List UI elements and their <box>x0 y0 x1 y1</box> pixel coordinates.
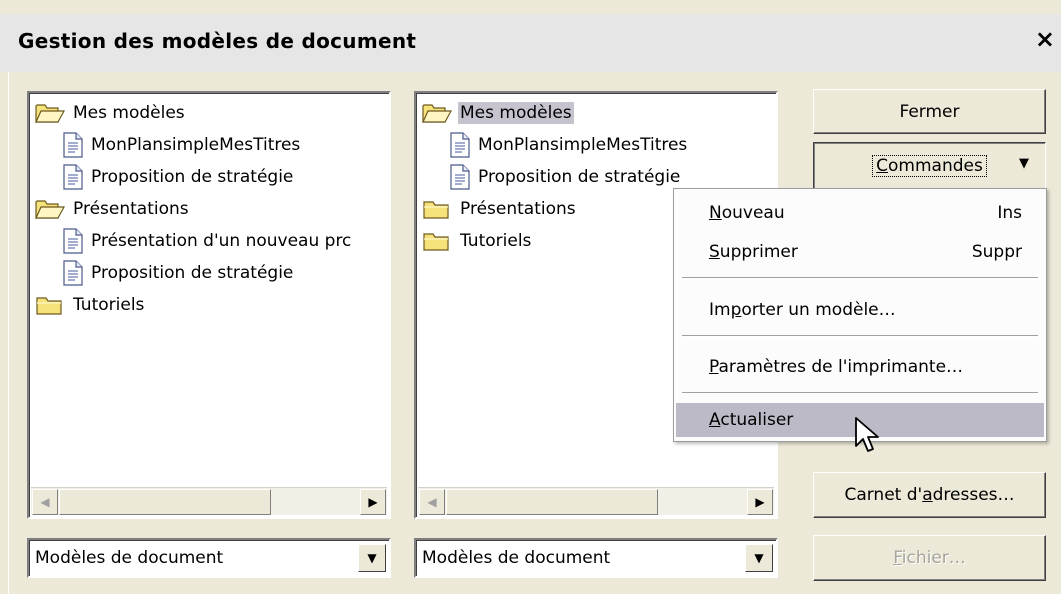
left-tree-item-label: Tutoriels <box>73 295 145 315</box>
left-category-select[interactable]: Modèles de document ▼ <box>27 538 391 578</box>
right-category-value: Modèles de document <box>422 548 611 568</box>
right-tree-item[interactable]: Tutoriels <box>422 225 689 257</box>
dropdown-arrow-icon[interactable]: ▼ <box>745 544 773 572</box>
menu-item-printer-settings-label: Paramètres de l'imprimante… <box>709 357 964 377</box>
commands-button[interactable]: Commandes ▼ <box>813 142 1046 190</box>
menu-item-new-shortcut: Ins <box>997 203 1022 223</box>
left-tree-item[interactable]: Proposition de stratégie <box>35 257 353 289</box>
left-tree-item[interactable]: Proposition de stratégie <box>35 161 353 193</box>
commands-label: Commandes <box>872 155 987 177</box>
menu-item-new-label: Nouveau <box>709 203 785 223</box>
folder-open-icon <box>35 198 65 220</box>
scroll-right-icon[interactable]: ▶ <box>360 489 386 515</box>
document-icon <box>63 164 83 190</box>
left-tree-item-label: Proposition de stratégie <box>91 263 294 283</box>
left-category-value: Modèles de document <box>35 548 224 568</box>
right-tree-item[interactable]: Proposition de stratégie <box>422 161 689 193</box>
left-tree-item[interactable]: MonPlansimpleMesTitres <box>35 129 353 161</box>
right-tree-item-label: Présentations <box>460 199 576 219</box>
right-tree-item-label: Proposition de stratégie <box>478 167 681 187</box>
close-icon[interactable]: × <box>1035 25 1055 53</box>
menu-item-delete-label: Supprimer <box>709 242 798 262</box>
menu-item-delete-shortcut: Suppr <box>971 242 1022 262</box>
left-tree-item-label: Proposition de stratégie <box>91 167 294 187</box>
folder-open-icon <box>422 102 452 124</box>
right-tree-item-label: Tutoriels <box>460 231 532 251</box>
chevron-down-icon: ▼ <box>1019 156 1029 171</box>
folder-icon <box>422 198 452 220</box>
left-tree-item[interactable]: Présentation d'un nouveau prc <box>35 225 353 257</box>
folder-icon <box>35 294 65 316</box>
menu-item-import-label: Importer un modèle… <box>709 300 896 320</box>
left-template-tree[interactable]: Mes modèles MonPlansimpleMesTitres Proposi… <box>27 91 391 519</box>
left-tree-item-label: Présentations <box>73 199 189 219</box>
document-icon <box>63 260 83 286</box>
left-horizontal-scrollbar[interactable]: ◀ ▶ <box>31 487 387 515</box>
template-manager-dialog: Gestion des modèles de document × Mes mo… <box>0 0 1061 594</box>
document-icon <box>450 164 470 190</box>
address-book-button[interactable]: Carnet d'adresses… <box>813 472 1046 518</box>
menu-item-printer-settings[interactable]: Paramètres de l'imprimante… <box>676 350 1044 384</box>
right-category-select[interactable]: Modèles de document ▼ <box>414 538 778 578</box>
dropdown-arrow-icon[interactable]: ▼ <box>358 544 386 572</box>
right-tree-item-label: MonPlansimpleMesTitres <box>478 135 688 155</box>
right-tree-item[interactable]: MonPlansimpleMesTitres <box>422 129 689 161</box>
scroll-left-icon[interactable]: ◀ <box>419 489 445 515</box>
address-book-label: Carnet d'adresses… <box>844 485 1015 505</box>
scroll-thumb[interactable] <box>59 489 271 515</box>
menu-separator <box>682 277 1038 279</box>
menu-separator <box>682 392 1038 394</box>
document-icon <box>63 132 83 158</box>
scroll-right-icon[interactable]: ▶ <box>747 489 773 515</box>
close-button[interactable]: Fermer <box>813 89 1046 134</box>
file-button-label: Fichier… <box>893 548 966 568</box>
right-tree-item-label: Mes modèles <box>458 102 574 124</box>
file-button[interactable]: Fichier… <box>813 535 1046 581</box>
right-tree-items: Mes modèles MonPlansimpleMesTitres Proposi… <box>422 97 689 257</box>
menu-item-import[interactable]: Importer un modèle… <box>676 293 1044 327</box>
left-tree-item-label: MonPlansimpleMesTitres <box>91 135 301 155</box>
right-tree-item[interactable]: Présentations <box>422 193 689 225</box>
scroll-thumb[interactable] <box>446 489 658 515</box>
menu-separator <box>682 335 1038 337</box>
right-horizontal-scrollbar[interactable]: ◀ ▶ <box>418 487 774 515</box>
left-tree-item[interactable]: Tutoriels <box>35 289 353 321</box>
left-tree-item-label: Mes modèles <box>73 103 185 123</box>
right-tree-item[interactable]: Mes modèles <box>422 97 689 129</box>
document-icon <box>450 132 470 158</box>
menu-item-delete[interactable]: Supprimer Suppr <box>676 235 1044 269</box>
commands-menu: Nouveau Ins Supprimer Suppr Importer un … <box>673 188 1047 442</box>
menu-item-refresh-label: Actualiser <box>709 410 794 430</box>
folder-icon <box>422 230 452 252</box>
left-tree-item-label: Présentation d'un nouveau prc <box>91 231 352 251</box>
left-tree-item[interactable]: Présentations <box>35 193 353 225</box>
left-tree-items: Mes modèles MonPlansimpleMesTitres Proposi… <box>35 97 353 321</box>
close-button-label: Fermer <box>899 101 960 122</box>
mouse-cursor-icon <box>855 417 879 452</box>
folder-open-icon <box>35 102 65 124</box>
dialog-title: Gestion des modèles de document <box>18 29 417 53</box>
left-tree-item[interactable]: Mes modèles <box>35 97 353 129</box>
title-bar: Gestion des modèles de document × <box>0 14 1061 72</box>
menu-item-new[interactable]: Nouveau Ins <box>676 196 1044 230</box>
document-icon <box>63 228 83 254</box>
scroll-left-icon[interactable]: ◀ <box>32 489 58 515</box>
